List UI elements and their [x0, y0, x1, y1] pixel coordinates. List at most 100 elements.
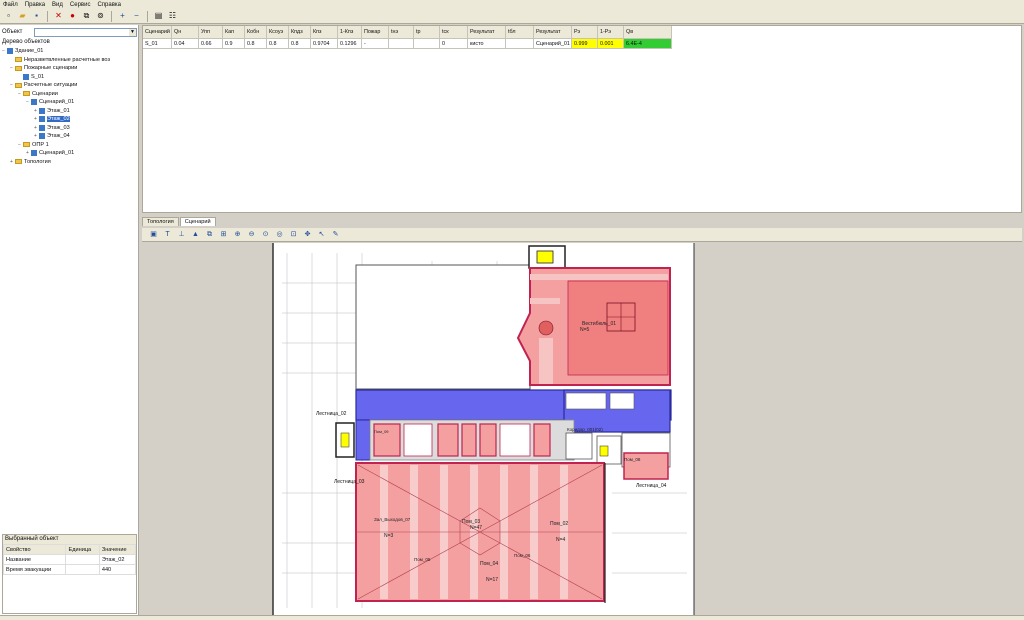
grid-header-cell[interactable]: Рэ	[572, 26, 598, 39]
grid-cell[interactable]: 6.4E-4	[624, 39, 672, 49]
grid-cell[interactable]: 0.001	[598, 39, 624, 49]
props-cell[interactable]: 440	[98, 564, 137, 575]
text-icon[interactable]: T	[162, 229, 173, 240]
copy-icon[interactable]: ⧉	[81, 11, 92, 22]
tree-node-label[interactable]: Сценарий_01	[39, 99, 74, 105]
grid-header-cell[interactable]: Упп	[199, 26, 223, 39]
floor-plan-canvas[interactable]: Вестибюль_01 N=5 Пом_08 Пом_09 Коридор_0…	[142, 243, 1022, 615]
select-icon[interactable]: ▣	[148, 229, 159, 240]
tree-node-label[interactable]: Сценарии	[32, 91, 58, 97]
props-row[interactable]: Название Этаж_02	[2, 554, 137, 565]
tree-node-label[interactable]: Этаж_01	[47, 108, 70, 114]
tree-node[interactable]: + Этаж_03	[2, 124, 137, 133]
new-icon[interactable]: ▫	[3, 11, 14, 22]
tree-node[interactable]: − Сценарии	[2, 90, 137, 99]
tree-node-label[interactable]: Пожарные сценарии	[24, 65, 77, 71]
grid-cell[interactable]: 0.9704	[311, 39, 338, 49]
tree-node[interactable]: − Пожарные сценарии	[2, 64, 137, 73]
grid-header-cell[interactable]: Qв	[624, 26, 672, 39]
grid-cell[interactable]	[389, 39, 414, 49]
tree-node-label[interactable]: Этаж_04	[47, 133, 70, 139]
pointer-icon[interactable]: ↖	[316, 229, 327, 240]
grid-cell[interactable]: 0.8	[245, 39, 267, 49]
zoom-area-icon[interactable]: ◎	[274, 229, 285, 240]
grid-cell[interactable]: 0	[440, 39, 468, 49]
grid-header-cell[interactable]: 1-Кпз	[338, 26, 362, 39]
grid-cell[interactable]	[506, 39, 534, 49]
grid-row[interactable]: S_01 0.04 0.66 0.9 0.8 0.8 0.8 0.9704 0.1296-0 ки…	[143, 39, 672, 49]
grid-header-cell[interactable]: tнэ	[389, 26, 414, 39]
chevron-down-icon[interactable]: ▼	[129, 28, 136, 36]
tree-node[interactable]: + Сценарий_01	[2, 149, 137, 158]
menu-view[interactable]: Вид	[52, 2, 63, 8]
grid-cell[interactable]: 0.66	[199, 39, 223, 49]
tree-node[interactable]: + Топология	[2, 158, 137, 167]
tree-node-label[interactable]: Сценарий_01	[39, 150, 74, 156]
tree-node[interactable]: + Этаж_02	[2, 115, 137, 124]
tree-node-label[interactable]: Расчетные ситуации	[24, 82, 77, 88]
props-cell[interactable]: Этаж_02	[98, 554, 137, 565]
tree-node[interactable]: S_01	[2, 73, 137, 82]
options-icon[interactable]: ☷	[167, 11, 178, 22]
report-icon[interactable]: ▤	[153, 11, 164, 22]
tree-node[interactable]: + Этаж_01	[2, 107, 137, 116]
tab-topology[interactable]: Топология	[142, 217, 179, 226]
tree-node-label[interactable]: Неразветвленные расчетные воз	[24, 57, 110, 63]
menu-edit[interactable]: Правка	[25, 2, 45, 8]
pan-icon[interactable]: ✥	[302, 229, 313, 240]
add-icon[interactable]: +	[117, 11, 128, 22]
grid-cell[interactable]: кисто	[468, 39, 506, 49]
grid-cell[interactable]: 0.8	[289, 39, 311, 49]
grid-header-cell[interactable]: Кпз	[311, 26, 338, 39]
grid-cell[interactable]	[414, 39, 440, 49]
floor-plan-view[interactable]: Вестибюль_01 N=5 Пом_08 Пом_09 Коридор_0…	[142, 243, 1022, 615]
tree-node-label[interactable]: S_01	[31, 74, 44, 80]
grid-header-cell[interactable]: Кап	[223, 26, 245, 39]
menu-file[interactable]: Файл	[3, 2, 18, 8]
menu-help[interactable]: Справка	[97, 2, 121, 8]
find-icon[interactable]: ⊚	[95, 11, 106, 22]
save-icon[interactable]: ▪	[31, 11, 42, 22]
zoom-window-icon[interactable]: ⊡	[288, 229, 299, 240]
grid-header-cell[interactable]: Результат	[534, 26, 572, 39]
grid-header-cell[interactable]: Qн	[172, 26, 199, 39]
open-icon[interactable]: ▰	[17, 11, 28, 22]
grid-header-cell[interactable]: Пожар	[362, 26, 389, 39]
tree-node-label[interactable]: ОПР 1	[32, 142, 49, 148]
grid-cell[interactable]: -	[362, 39, 389, 49]
draw-icon[interactable]: ✎	[330, 229, 341, 240]
tree-node[interactable]: Неразветвленные расчетные воз	[2, 56, 137, 65]
grid-cell[interactable]: 0.9	[223, 39, 245, 49]
grid-cell[interactable]: Сценарий_01	[534, 39, 572, 49]
record-icon[interactable]: ●	[67, 11, 78, 22]
grid-cell[interactable]: 0.04	[172, 39, 199, 49]
tree-node-label[interactable]: Топология	[24, 159, 51, 165]
grid-header-cell[interactable]: Сценарий	[143, 26, 172, 39]
tree-node[interactable]: − Расчетные ситуации	[2, 81, 137, 90]
tree-node[interactable]: − Сценарий_01	[2, 98, 137, 107]
tree-node-label[interactable]: Здание_01	[15, 48, 43, 54]
zoom-in-icon[interactable]: ⊕	[232, 229, 243, 240]
object-combo[interactable]: ▼	[34, 27, 137, 37]
grid-header-cell[interactable]: Результат	[468, 26, 506, 39]
grid-header-cell[interactable]: Кобн	[245, 26, 267, 39]
grid-header-cell[interactable]: 1-Рэ	[598, 26, 624, 39]
layers-icon[interactable]: ⧉	[204, 229, 215, 240]
grid-cell[interactable]: 0.1296	[338, 39, 362, 49]
tree-node[interactable]: − ОПР 1	[2, 141, 137, 150]
grid-header-cell[interactable]: Ксоуэ	[267, 26, 289, 39]
remove-icon[interactable]: −	[131, 11, 142, 22]
zoom-fit-icon[interactable]: ⊙	[260, 229, 271, 240]
tree-node-label[interactable]: Этаж_03	[47, 125, 70, 131]
grid-cell[interactable]: 0.999	[572, 39, 598, 49]
grid-header-cell[interactable]: tбл	[506, 26, 534, 39]
zoom-out-icon[interactable]: ⊖	[246, 229, 257, 240]
props-row[interactable]: Время эвакуации 440	[2, 564, 137, 575]
grid-header-cell[interactable]: tск	[440, 26, 468, 39]
tree-node[interactable]: − Здание_01	[2, 47, 137, 56]
menu-service[interactable]: Сервис	[70, 2, 91, 8]
measure-icon[interactable]: ⊥	[176, 229, 187, 240]
grid-cell[interactable]: 0.8	[267, 39, 289, 49]
tree-node-label[interactable]: Этаж_02	[47, 116, 70, 123]
grid-icon[interactable]: ⊞	[218, 229, 229, 240]
